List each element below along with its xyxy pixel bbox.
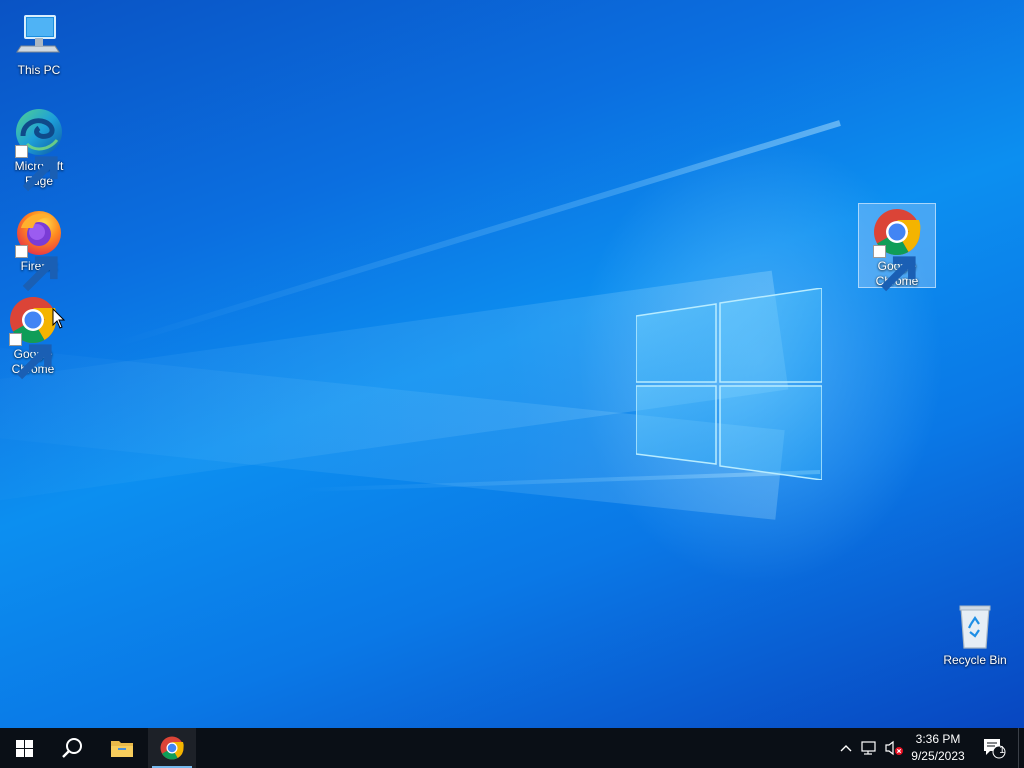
- shortcut-arrow-icon: [15, 145, 58, 192]
- shortcut-arrow-icon: [9, 333, 52, 380]
- edge-icon: [13, 106, 65, 192]
- taskbar: 3:36 PM 9/25/2023 1: [0, 728, 1024, 768]
- show-hidden-icons-button[interactable]: [834, 728, 858, 768]
- computer-icon: [13, 10, 65, 62]
- search-icon: [62, 738, 82, 758]
- chrome-icon: [160, 736, 184, 760]
- desktop-icon-chrome[interactable]: Google Chrome: [0, 292, 70, 380]
- action-center-button[interactable]: 1: [980, 728, 1008, 768]
- desktop-icon-recycle-bin[interactable]: Recycle Bin: [938, 598, 1012, 668]
- desktop-icon-this-pc[interactable]: This PC: [2, 8, 76, 78]
- shortcut-arrow-icon: [873, 245, 916, 292]
- show-desktop-button[interactable]: [1018, 728, 1024, 768]
- taskbar-chrome[interactable]: [148, 728, 196, 768]
- clock-time: 3:36 PM: [915, 732, 961, 746]
- network-icon: [861, 741, 876, 755]
- taskbar-file-explorer[interactable]: [98, 728, 146, 768]
- desktop-icon-label: This PC: [17, 63, 61, 77]
- chrome-icon: [871, 206, 923, 292]
- desktop-icon-chrome-selected[interactable]: Google Chrome: [858, 203, 936, 292]
- desktop-icon-edge[interactable]: Microsoft Edge: [2, 104, 76, 192]
- file-explorer-icon: [111, 741, 133, 757]
- start-button[interactable]: [0, 728, 48, 768]
- shortcut-arrow-icon: [15, 245, 58, 292]
- network-status-button[interactable]: [858, 728, 882, 768]
- desktop-icon-label: Recycle Bin: [943, 653, 1007, 667]
- taskbar-clock[interactable]: 3:36 PM 9/25/2023: [904, 728, 972, 768]
- desktop-icon-firefox[interactable]: Firefox: [2, 204, 76, 292]
- clock-date: 9/25/2023: [911, 749, 965, 763]
- desktop-background[interactable]: This PC Microsoft Edge Firefox Google Ch…: [0, 0, 1024, 728]
- recycle-bin-icon: [949, 600, 1001, 652]
- firefox-icon: [13, 206, 65, 292]
- volume-muted-icon: [885, 740, 903, 756]
- mouse-cursor-icon: [52, 308, 66, 329]
- volume-button[interactable]: [882, 728, 906, 768]
- chevron-up-icon: [840, 745, 852, 752]
- search-button[interactable]: [48, 728, 96, 768]
- windows-wallpaper-logo: [636, 288, 822, 480]
- windows-logo-icon: [15, 739, 33, 757]
- notification-count: 1: [999, 745, 1005, 756]
